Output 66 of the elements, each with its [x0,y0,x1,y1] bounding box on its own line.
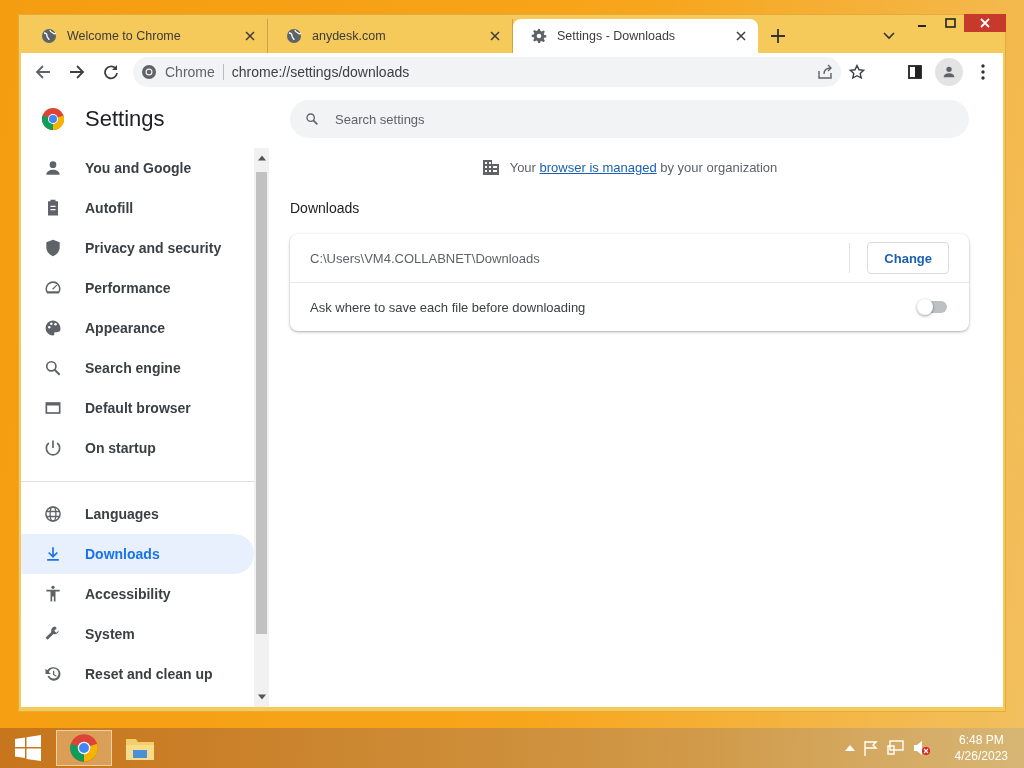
person-icon [941,64,957,80]
setting-label: Ask where to save each file before downloading [310,299,587,315]
chrome-logo-icon [69,733,99,763]
sidebar-item-icon [43,584,63,604]
clock-time: 6:48 PM [958,732,1004,748]
sidebar-item-icon [43,358,63,378]
sidebar-item[interactable]: Accessibility [21,574,254,614]
speaker-muted-icon[interactable] [912,740,931,756]
sidebar-item[interactable]: You and Google [21,148,254,188]
sidebar-item-icon [43,504,63,524]
close-icon[interactable] [490,31,500,41]
maximize-icon [944,18,956,28]
star-icon [849,64,865,80]
chevron-down-icon [883,32,895,40]
sidebar-item[interactable]: Downloads [21,534,254,574]
profile-button[interactable] [935,58,963,86]
sidebar-item[interactable]: System [21,614,254,654]
sidebar-item[interactable]: Autofill [21,188,254,228]
site-label: Chrome [165,64,224,80]
gear-icon [531,28,547,44]
search-field[interactable]: Search settings [290,100,969,138]
section-heading: Downloads [290,200,361,216]
globe-icon [286,28,302,44]
back-arrow-icon [35,64,51,80]
sidebar-item-icon [43,238,63,258]
sidebar-item[interactable]: Default browser [21,388,254,428]
url-text: chrome://settings/downloads [231,64,411,80]
chrome-taskbar-button[interactable] [56,730,112,766]
browser-tab[interactable]: Settings - Downloads [513,19,758,53]
sidebar-item[interactable]: Languages [21,494,254,534]
sidebar-item-icon [43,438,63,458]
sidebar-item-icon [43,664,63,684]
change-button[interactable]: Change [867,242,949,274]
sidebar-item-icon [43,318,63,338]
settings-title: Settings [85,106,165,132]
building-icon [481,158,500,176]
sidebar-item[interactable]: Performance [21,268,254,308]
minimize-icon [918,25,926,27]
sidebar-item[interactable]: Appearance [21,308,254,348]
toggle-switch[interactable] [919,299,949,315]
chrome-logo-icon [41,107,65,131]
sidebar-item[interactable]: Search engine [21,348,254,388]
sidebar-item[interactable]: On startup [21,428,254,468]
close-icon [980,18,990,28]
managed-link[interactable]: browser is managed [539,159,657,175]
forward-arrow-icon [69,64,85,80]
globe-icon [41,28,57,44]
sidebar-item[interactable]: Privacy and security [21,228,254,268]
close-button[interactable] [964,14,1006,32]
plus-icon [771,29,785,43]
menu-icon [981,64,985,80]
reload-icon [103,64,119,80]
scrollbar[interactable] [254,148,269,707]
sidebar-item[interactable]: Reset and clean up [21,654,254,694]
chrome-logo-icon [141,64,157,80]
address-bar[interactable]: Chrome chrome://settings/downloads [133,57,841,87]
sidebar-item-icon [43,158,63,178]
close-icon[interactable] [245,31,255,41]
windows-logo-icon [15,735,41,761]
download-location: C:\Users\VM4.COLLABNET\Downloads [310,250,541,266]
share-icon[interactable] [817,64,833,80]
clock-date: 4/26/2023 [954,748,1008,764]
managed-notice: Your browser is managed by your organization [509,159,778,175]
search-icon [304,111,320,127]
side-panel-icon [908,65,922,79]
close-icon[interactable] [736,31,746,41]
